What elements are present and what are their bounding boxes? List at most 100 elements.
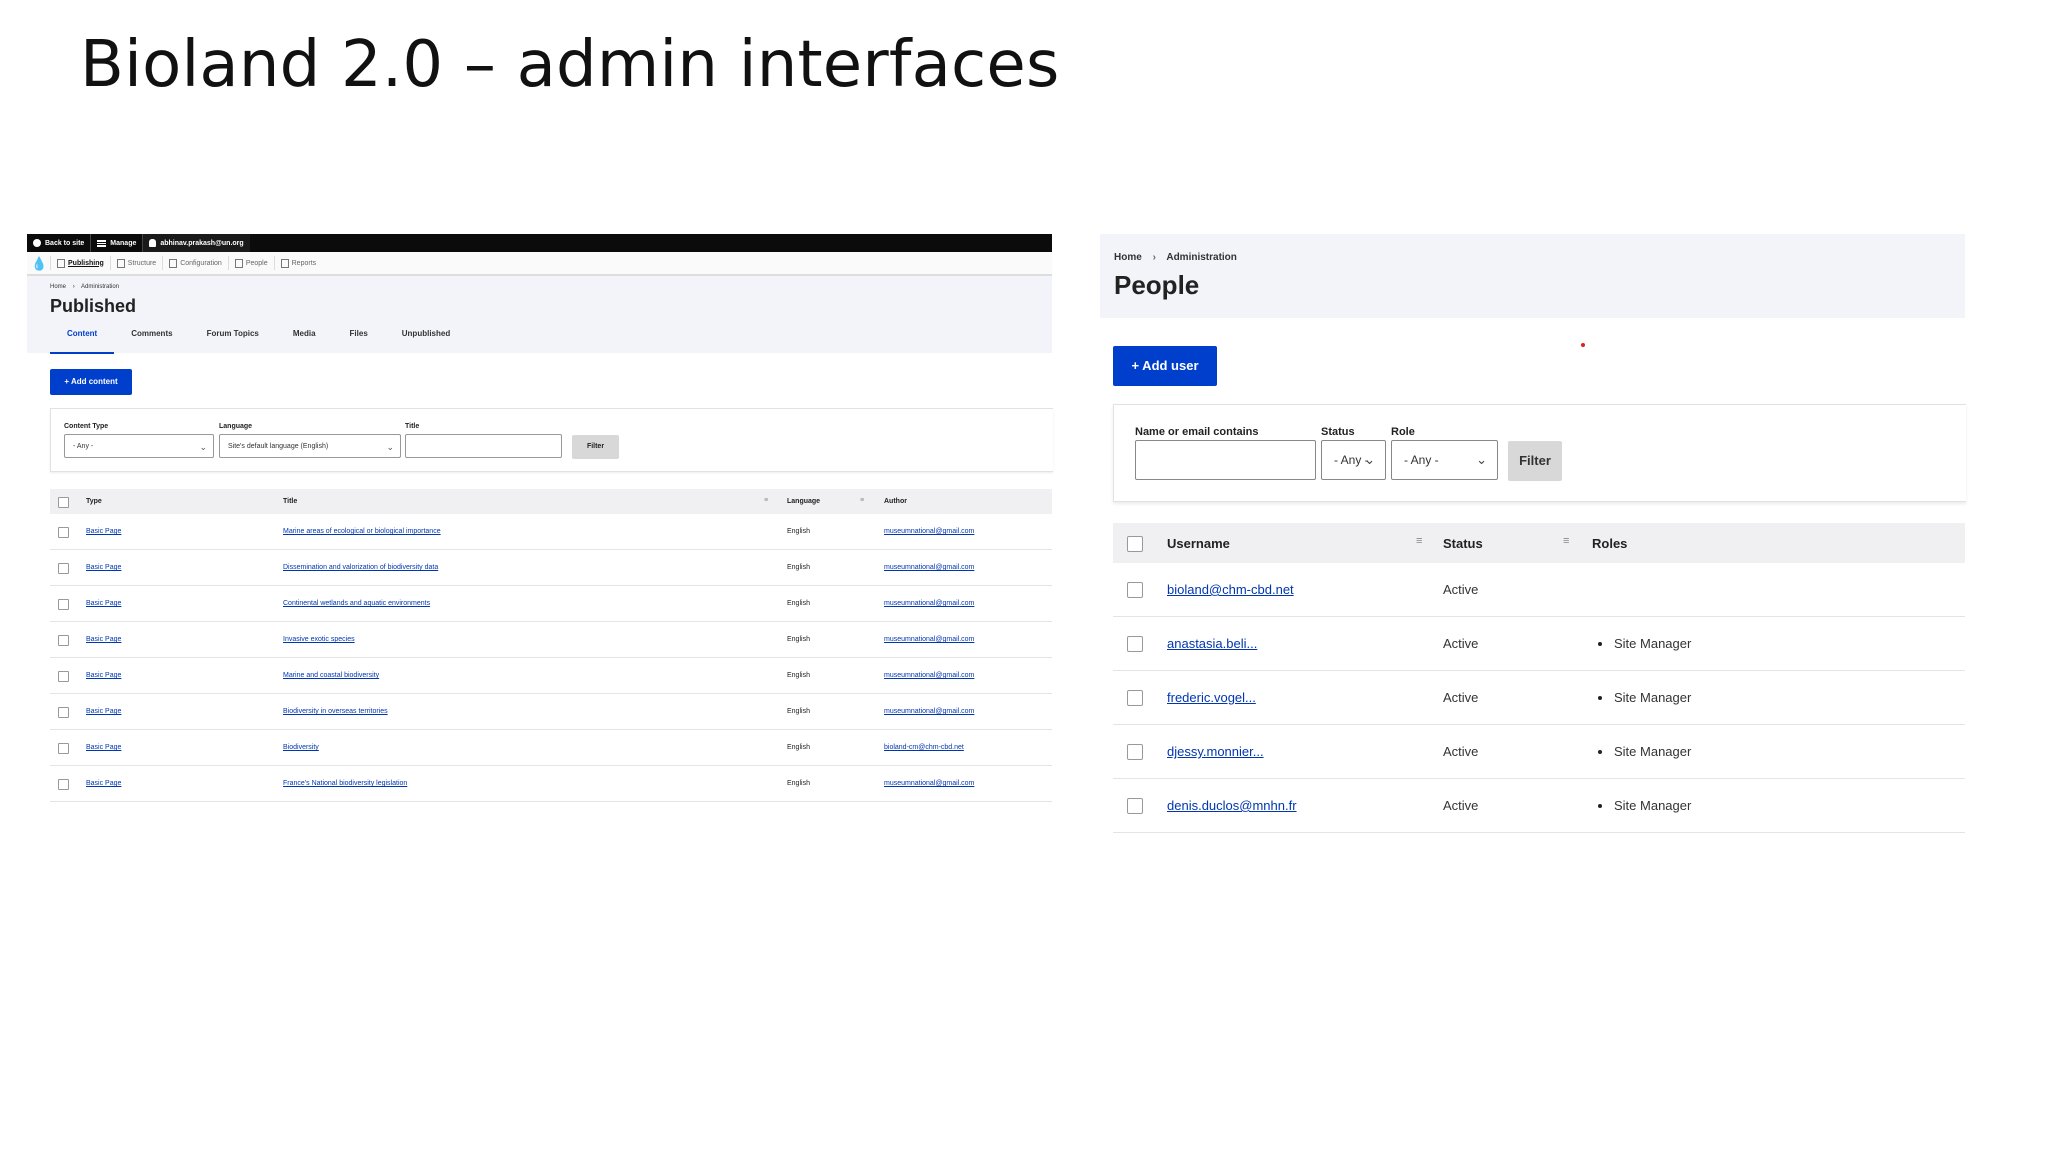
tray-item-configuration[interactable]: Configuration — [162, 256, 228, 270]
username-link[interactable]: denis.duclos@mnhn.fr — [1167, 798, 1297, 813]
title-link[interactable]: Continental wetlands and aquatic environ… — [283, 600, 430, 607]
table-row: Basic Page Biodiversity English bioland-cm@… — [50, 730, 1052, 766]
breadcrumb-home[interactable]: Home — [50, 284, 66, 290]
column-username[interactable]: Username — [1167, 523, 1230, 563]
type-link[interactable]: Basic Page — [86, 600, 121, 607]
breadcrumb-administration[interactable]: Administration — [81, 284, 119, 290]
username-link[interactable]: djessy.monnier... — [1167, 744, 1264, 759]
row-checkbox[interactable] — [1127, 690, 1143, 706]
tray-item-reports[interactable]: Reports — [273, 256, 323, 270]
row-checkbox[interactable] — [58, 527, 69, 538]
author-link[interactable]: museumnational@gmail.com — [884, 672, 974, 679]
table-row: frederic.vogel... Active Site Manager — [1113, 671, 1965, 725]
back-to-site-link[interactable]: Back to site — [27, 234, 92, 252]
title-link[interactable]: France's National biodiversity legislati… — [283, 780, 407, 787]
type-link[interactable]: Basic Page — [86, 672, 121, 679]
role-text: Site Manager — [1614, 636, 1692, 651]
back-arrow-icon — [33, 239, 41, 247]
column-language[interactable]: Language — [787, 489, 820, 514]
tab-content[interactable]: Content — [50, 330, 115, 354]
tray-item-people[interactable]: People — [227, 256, 274, 270]
column-type[interactable]: Type — [86, 489, 102, 514]
filter-button[interactable]: Filter — [1508, 441, 1562, 481]
select-all-checkbox[interactable] — [1127, 536, 1143, 552]
tray-item-structure[interactable]: Structure — [109, 256, 162, 270]
title-link[interactable]: Dissemination and valorization of biodiv… — [283, 564, 438, 571]
type-link[interactable]: Basic Page — [86, 564, 121, 571]
title-link[interactable]: Marine and coastal biodiversity — [283, 672, 379, 679]
row-checkbox[interactable] — [1127, 798, 1143, 814]
title-label: Title — [405, 423, 420, 430]
page-title: Published — [50, 296, 137, 316]
manage-menu[interactable]: Manage — [91, 234, 144, 252]
content-admin-screenshot: Back to site Manage abhinav.prakash@un.o… — [27, 234, 1053, 804]
language-label: Language — [219, 423, 253, 430]
content-type-select[interactable]: - Any - ⌄ — [64, 434, 214, 458]
language-select[interactable]: Site's default language (English) ⌄ — [219, 434, 401, 458]
row-checkbox[interactable] — [58, 707, 69, 718]
tab-unpublished[interactable]: Unpublished — [385, 330, 467, 352]
title-link[interactable]: Biodiversity — [283, 744, 319, 751]
username-link[interactable]: anastasia.beli... — [1167, 636, 1257, 651]
type-link[interactable]: Basic Page — [86, 528, 121, 535]
author-link[interactable]: museumnational@gmail.com — [884, 600, 974, 607]
sort-icon[interactable]: ≡ — [1416, 535, 1422, 547]
column-title[interactable]: Title — [283, 489, 297, 514]
type-link[interactable]: Basic Page — [86, 708, 121, 715]
type-link[interactable]: Basic Page — [86, 744, 121, 751]
table-row: bioland@chm-cbd.net Active — [1113, 563, 1965, 617]
row-checkbox[interactable] — [58, 743, 69, 754]
language-value: English — [787, 600, 810, 607]
drupal-logo-icon[interactable]: 💧 — [31, 257, 47, 270]
tray-label: Reports — [291, 259, 317, 267]
tab-forum-topics[interactable]: Forum Topics — [190, 330, 276, 352]
status-value: Active — [1443, 636, 1479, 651]
username-link[interactable]: frederic.vogel... — [1167, 690, 1256, 705]
sort-icon[interactable]: ≡ — [860, 497, 864, 504]
tab-media[interactable]: Media — [276, 330, 333, 352]
author-link[interactable]: museumnational@gmail.com — [884, 528, 974, 535]
status-select[interactable]: - Any - ⌄ — [1321, 440, 1386, 480]
sort-icon[interactable]: ≡ — [764, 497, 768, 504]
author-link[interactable]: museumnational@gmail.com — [884, 708, 974, 715]
row-checkbox[interactable] — [58, 635, 69, 646]
name-email-input[interactable] — [1135, 440, 1316, 480]
author-link[interactable]: museumnational@gmail.com — [884, 780, 974, 787]
row-checkbox[interactable] — [58, 779, 69, 790]
row-checkbox[interactable] — [58, 563, 69, 574]
title-link[interactable]: Marine areas of ecological or biological… — [283, 528, 441, 535]
role-select[interactable]: - Any - ⌄ — [1391, 440, 1498, 480]
title-link[interactable]: Biodiversity in overseas territories — [283, 708, 388, 715]
add-user-button[interactable]: + Add user — [1113, 346, 1217, 386]
type-link[interactable]: Basic Page — [86, 636, 121, 643]
row-checkbox[interactable] — [1127, 636, 1143, 652]
type-link[interactable]: Basic Page — [86, 780, 121, 787]
row-checkbox[interactable] — [58, 671, 69, 682]
username-link[interactable]: bioland@chm-cbd.net — [1167, 582, 1294, 597]
add-content-button[interactable]: + Add content — [50, 369, 132, 395]
author-link[interactable]: bioland-cm@chm-cbd.net — [884, 744, 964, 751]
breadcrumb-separator: › — [1152, 252, 1156, 263]
tab-comments[interactable]: Comments — [114, 330, 189, 352]
user-menu[interactable]: abhinav.prakash@un.org — [143, 234, 250, 252]
column-roles[interactable]: Roles — [1592, 523, 1627, 563]
row-checkbox[interactable] — [1127, 744, 1143, 760]
filter-button[interactable]: Filter — [572, 435, 619, 459]
select-all-checkbox[interactable] — [58, 497, 69, 508]
author-link[interactable]: museumnational@gmail.com — [884, 564, 974, 571]
sort-icon[interactable]: ≡ — [1563, 535, 1569, 547]
row-checkbox[interactable] — [58, 599, 69, 610]
breadcrumb-administration[interactable]: Administration — [1166, 252, 1237, 263]
tab-files[interactable]: Files — [333, 330, 385, 352]
row-checkbox[interactable] — [1127, 582, 1143, 598]
role-text: Site Manager — [1614, 744, 1692, 759]
column-author[interactable]: Author — [884, 489, 907, 514]
column-status[interactable]: Status — [1443, 523, 1483, 563]
cursor-dot — [1581, 343, 1585, 347]
title-input[interactable] — [405, 434, 562, 458]
tray-item-publishing[interactable]: Publishing — [50, 256, 110, 270]
author-link[interactable]: museumnational@gmail.com — [884, 636, 974, 643]
table-row: Basic Page Dissemination and valorization… — [50, 550, 1052, 586]
breadcrumb-home[interactable]: Home — [1114, 252, 1142, 263]
title-link[interactable]: Invasive exotic species — [283, 636, 355, 643]
